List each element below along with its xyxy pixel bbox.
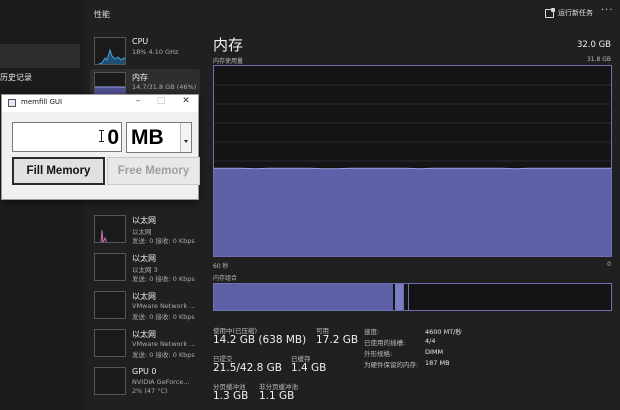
- composition-standby: [402, 284, 410, 310]
- perf-item-subtitle: NVIDIA GeForce...: [132, 378, 190, 386]
- stat-value-nonpaged-pool: 1.1 GB: [259, 390, 295, 402]
- stat-value-committed: 21.5/42.8 GB: [213, 362, 282, 374]
- nav-item-app-history[interactable]: 历史记录: [0, 72, 32, 83]
- fill-memory-button[interactable]: Fill Memory: [12, 157, 105, 185]
- amount-value: 0: [107, 126, 119, 149]
- free-memory-button[interactable]: Free Memory: [107, 157, 200, 185]
- composition-in-use: [214, 284, 394, 310]
- amount-input[interactable]: 0: [12, 122, 122, 152]
- run-new-task-button[interactable]: 运行新任务: [545, 7, 593, 18]
- cpu-thumbnail-graph: [94, 37, 126, 65]
- close-button[interactable]: ✕: [179, 96, 193, 106]
- text-cursor-icon: [99, 130, 104, 142]
- memory-total: 32.0 GB: [576, 40, 611, 50]
- detail-key-hardware-reserved: 为硬件保留的内存:: [364, 361, 419, 369]
- nav-item-selected[interactable]: [0, 44, 80, 68]
- more-options-button[interactable]: ···: [601, 5, 614, 16]
- nav-pane: 历史记录: [0, 0, 84, 410]
- ethernet-mini-graph: [100, 229, 108, 242]
- page-title: 性能: [94, 10, 110, 19]
- memfill-title: memfill GUI: [21, 98, 63, 106]
- detail-key-form-factor: 外形规格:: [364, 350, 393, 358]
- perf-item-vmware-1[interactable]: 以太网 VMware Network ... 发送: 0 接收: 0 Kbps: [90, 288, 200, 322]
- composition-modified: [395, 284, 403, 310]
- axis-label-time-start: 60 秒: [213, 263, 229, 270]
- stat-value-available: 17.2 GB: [316, 334, 359, 346]
- ethernet-thumbnail-graph: [94, 329, 126, 357]
- detail-value-form-factor: DIMM: [425, 348, 444, 356]
- detail-key-slots: 已使用的插槽:: [364, 339, 406, 347]
- perf-item-subtitle: 14.7/31.8 GB (46%): [132, 83, 197, 91]
- perf-item-subtitle: VMware Network ...: [132, 302, 196, 310]
- detail-value-slots: 4/4: [425, 337, 436, 345]
- usage-chart-label: 内存使用量: [213, 58, 244, 65]
- ethernet-thumbnail-graph: [94, 253, 126, 281]
- perf-item-throughput: 发送: 0 接收: 0 Kbps: [132, 351, 195, 359]
- perf-item-cpu[interactable]: CPU 18% 4.10 GHz: [90, 34, 200, 68]
- stat-value-paged-pool: 1.3 GB: [213, 390, 249, 402]
- ethernet-thumbnail-graph: [94, 215, 126, 243]
- memory-composition-bar: [213, 283, 612, 311]
- run-new-task-label: 运行新任务: [558, 9, 593, 17]
- memory-usage-chart: [213, 65, 612, 257]
- memfill-titlebar[interactable]: memfill GUI – □ ✕: [2, 95, 198, 112]
- perf-device-list: CPU 18% 4.10 GHz 内存 14.7/31.8 GB (46%) 以…: [86, 30, 200, 410]
- perf-item-ethernet-3[interactable]: 以太网 以太网 3 发送: 0 接收: 0 Kbps: [90, 250, 200, 284]
- memory-usage-svg: [214, 84, 611, 256]
- perf-item-ethernet[interactable]: 以太网 以太网 发送: 0 接收: 0 Kbps: [90, 212, 200, 246]
- perf-item-title: 内存: [132, 73, 148, 82]
- perf-item-title: CPU: [132, 37, 149, 46]
- minimize-button[interactable]: –: [131, 96, 145, 106]
- stat-value-in-use: 14.2 GB (638 MB): [213, 334, 307, 346]
- cpu-mini-graph: [97, 48, 125, 64]
- app-window-icon: [8, 99, 16, 107]
- perf-item-gpu[interactable]: GPU 0 NVIDIA GeForce... 2% (47 °C): [90, 364, 200, 398]
- perf-item-title: GPU 0: [132, 367, 157, 376]
- perf-item-title: 以太网: [132, 330, 156, 339]
- perf-item-vmware-2[interactable]: 以太网 VMware Network ... 发送: 0 接收: 0 Kbps: [90, 326, 200, 360]
- detail-value-hardware-reserved: 187 MB: [425, 359, 450, 367]
- memfill-dialog: memfill GUI – □ ✕ 0 MB Fill Memory Free …: [1, 94, 200, 200]
- perf-item-title: 以太网: [132, 254, 156, 263]
- usage-chart-max: 31.8 GB: [586, 56, 611, 63]
- perf-item-subtitle: VMware Network ...: [132, 340, 196, 348]
- perf-item-temperature: 2% (47 °C): [132, 387, 168, 395]
- composition-label: 内存组合: [213, 275, 238, 282]
- perf-item-subtitle: 18% 4.10 GHz: [132, 48, 179, 56]
- axis-label-time-end: 0: [607, 261, 611, 268]
- run-task-icon: [545, 7, 555, 18]
- perf-item-title: 以太网: [132, 292, 156, 301]
- unit-select[interactable]: MB: [126, 122, 192, 153]
- ethernet-thumbnail-graph: [94, 291, 126, 319]
- perf-item-throughput: 发送: 0 接收: 0 Kbps: [132, 275, 195, 283]
- detail-key-speed: 速度:: [364, 328, 380, 336]
- memory-heading: 内存: [213, 36, 244, 54]
- unit-value: MB: [131, 126, 164, 149]
- perf-item-throughput: 发送: 0 接收: 0 Kbps: [132, 237, 195, 245]
- stat-value-cached: 1.4 GB: [291, 362, 327, 374]
- perf-item-title: 以太网: [132, 216, 156, 225]
- gpu-thumbnail-graph: [94, 367, 126, 395]
- memory-usage-area: [214, 168, 611, 256]
- detail-value-speed: 4600 MT/秒: [425, 328, 462, 336]
- perf-item-throughput: 发送: 0 接收: 0 Kbps: [132, 313, 195, 321]
- maximize-button[interactable]: □: [154, 96, 168, 106]
- chevron-down-icon[interactable]: [180, 123, 191, 152]
